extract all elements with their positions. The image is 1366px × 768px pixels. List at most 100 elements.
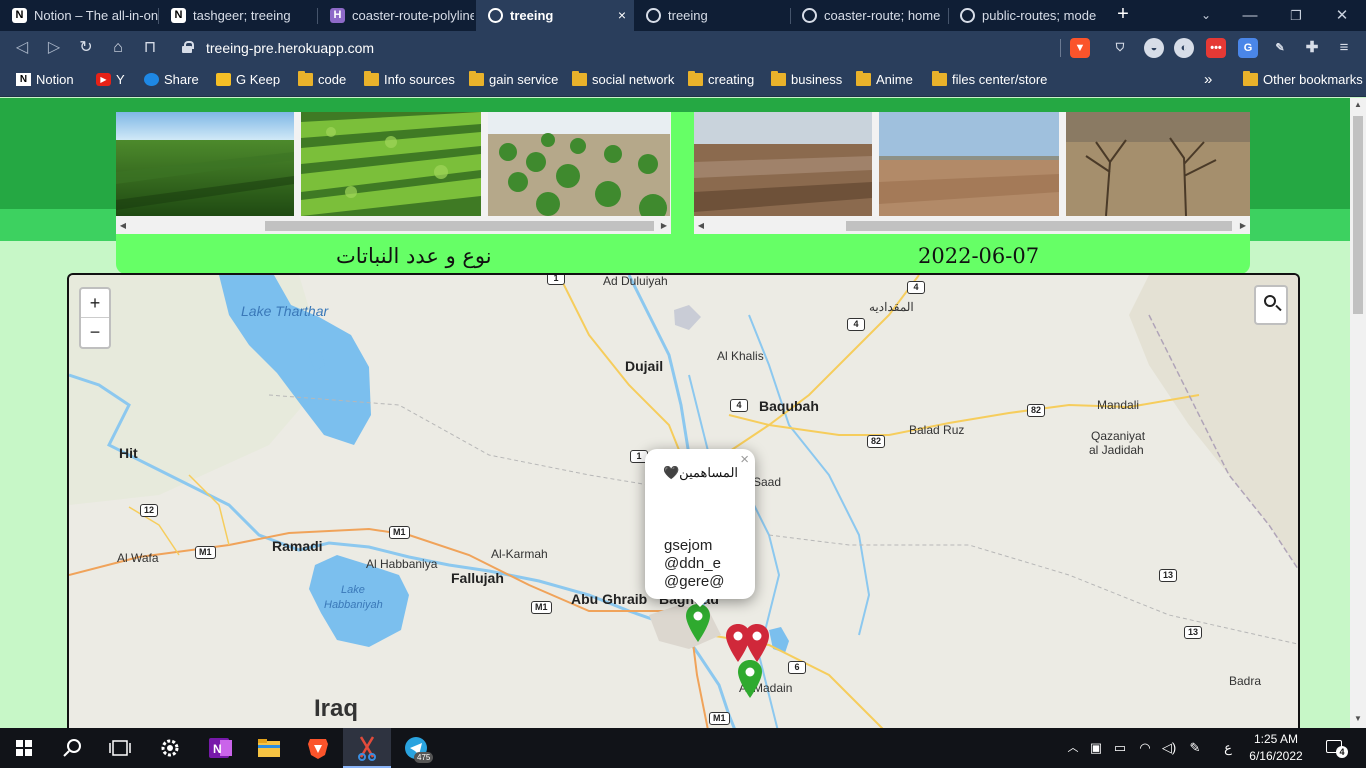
map-label: Hit xyxy=(119,445,138,461)
shield-extension-icon[interactable]: ⛉ xyxy=(1110,38,1130,58)
tab-public-routes[interactable]: public-routes; mode xyxy=(948,0,1104,31)
bookmarks-overflow-chevron-icon[interactable]: » xyxy=(1204,65,1212,97)
map-view[interactable]: Lake Tharthar Ad Duluiyah المقداديه Duja… xyxy=(67,273,1300,728)
map-label: Al Khalis xyxy=(717,349,764,363)
translate-extension-icon[interactable]: G xyxy=(1238,38,1258,58)
bookmark-folder-code[interactable]: code xyxy=(298,65,346,97)
scroll-left-icon[interactable]: ◀ xyxy=(696,220,706,231)
barren-gallery[interactable]: ◀ ▶ xyxy=(694,112,1250,234)
scroll-right-icon[interactable]: ▶ xyxy=(1238,220,1248,231)
bookmark-label: Y xyxy=(116,72,125,87)
window-close-icon[interactable]: ✕ xyxy=(1322,0,1362,31)
bookmark-share[interactable]: Share xyxy=(144,65,199,97)
red-marker[interactable] xyxy=(745,624,769,662)
marker-popup: × المساهمين🖤 gsejom @ddn_e @gere@ xyxy=(645,449,755,607)
minimize-icon[interactable]: — xyxy=(1230,0,1270,31)
notification-center-icon[interactable]: 4 xyxy=(1322,728,1350,768)
pen-extension-icon[interactable]: ✎ xyxy=(1270,38,1290,58)
telegram-icon[interactable]: 475 xyxy=(392,728,440,768)
scroll-thumb[interactable] xyxy=(846,221,1232,231)
bookmark-label: Notion xyxy=(36,72,74,87)
map-label: al Jadidah xyxy=(1089,443,1144,457)
zoom-out-button[interactable]: − xyxy=(81,318,109,347)
map-label: Balad Ruz xyxy=(909,423,965,437)
forward-icon[interactable]: ▷ xyxy=(42,36,66,60)
recorder-extension-icon[interactable]: ••• xyxy=(1206,38,1226,58)
brave-shields-icon[interactable]: ▼ xyxy=(1070,38,1090,58)
bookmark-icon[interactable]: ⊓ xyxy=(138,36,162,60)
snipping-tool-icon[interactable] xyxy=(343,728,391,768)
bookmark-folder-other[interactable]: Other bookmarks xyxy=(1243,65,1363,97)
tab-title: Notion – The all-in-one xyxy=(34,8,158,23)
onenote-icon[interactable]: N xyxy=(196,728,244,768)
green-marker[interactable] xyxy=(686,604,710,642)
reload-icon[interactable]: ↻ xyxy=(74,36,98,60)
bookmark-gkeep[interactable]: G Keep xyxy=(216,65,280,97)
bookmark-label: creating xyxy=(708,72,755,87)
tab-tashgeer[interactable]: N tashgeer; treeing xyxy=(159,0,317,31)
file-explorer-icon[interactable] xyxy=(245,728,293,768)
page-scrollbar[interactable]: ▲ ▼ xyxy=(1350,98,1366,728)
bookmark-folder-social-network[interactable]: social network xyxy=(572,65,674,97)
scroll-up-icon[interactable]: ▲ xyxy=(1353,100,1363,110)
language-indicator[interactable]: ع xyxy=(1218,728,1238,768)
bookmark-folder-files-center[interactable]: files center/store xyxy=(932,65,1047,97)
tab-notion[interactable]: N Notion – The all-in-one xyxy=(0,0,158,31)
close-tab-icon[interactable]: × xyxy=(618,0,626,31)
search-icon xyxy=(1264,295,1276,307)
address-bar[interactable]: treeing-pre.herokuapp.com xyxy=(172,35,1072,61)
tray-chevron-icon[interactable]: ︿ xyxy=(1064,728,1082,768)
home-icon[interactable]: ⌂ xyxy=(106,36,130,60)
tray-app-icon[interactable]: ▣ xyxy=(1086,728,1106,768)
map-search-button[interactable] xyxy=(1254,285,1288,325)
road-shield: M1 xyxy=(709,712,730,725)
popup-close-icon[interactable]: × xyxy=(740,451,749,468)
brave-browser-icon[interactable] xyxy=(294,728,342,768)
map-label: Saad xyxy=(753,475,782,489)
bookmark-youtube[interactable]: ▶ Y xyxy=(96,65,125,97)
page-scroll-thumb[interactable] xyxy=(1353,116,1363,314)
menu-icon[interactable]: ≡ xyxy=(1334,38,1354,58)
extensions-puzzle-icon[interactable]: ✚ xyxy=(1302,38,1322,58)
pen-workspace-icon[interactable]: ✎ xyxy=(1184,728,1206,768)
bookmark-folder-info-sources[interactable]: Info sources xyxy=(364,65,455,97)
back-icon[interactable]: ◁ xyxy=(10,36,34,60)
windows-start-icon[interactable] xyxy=(0,728,48,768)
vpn-extension-icon[interactable]: ◒ xyxy=(1144,38,1164,58)
system-clock[interactable]: 1:25 AM 6/16/2022 xyxy=(1244,731,1308,765)
zoom-in-button[interactable]: + xyxy=(81,289,109,318)
search-icon[interactable] xyxy=(48,728,96,768)
new-tab-button[interactable]: + xyxy=(1112,0,1134,31)
bookmark-notion[interactable]: N Notion xyxy=(16,65,74,97)
photo-dry-trees xyxy=(1066,112,1250,216)
tab-coaster-route-home[interactable]: coaster-route; home xyxy=(790,0,948,31)
tab-search-chevron-icon[interactable]: ⌄ xyxy=(1186,0,1226,31)
bookmark-folder-anime[interactable]: Anime xyxy=(856,65,913,97)
road-shield: 6 xyxy=(788,661,806,674)
tab-treeing[interactable]: treeing xyxy=(634,0,790,31)
planted-gallery[interactable]: ◀ ▶ xyxy=(116,112,671,234)
tracker-extension-icon[interactable]: ◐ xyxy=(1174,38,1194,58)
restore-icon[interactable]: ❐ xyxy=(1276,0,1316,31)
wifi-icon[interactable]: ◠ xyxy=(1134,728,1156,768)
battery-icon[interactable]: ▭ xyxy=(1110,728,1130,768)
notification-count: 4 xyxy=(1336,746,1348,758)
task-view-icon[interactable] xyxy=(96,728,144,768)
scroll-right-icon[interactable]: ▶ xyxy=(659,220,669,231)
bookmark-folder-gain-service[interactable]: gain service xyxy=(469,65,558,97)
globe-icon xyxy=(802,8,817,23)
scroll-down-icon[interactable]: ▼ xyxy=(1353,714,1363,724)
volume-icon[interactable]: ◁) xyxy=(1158,728,1180,768)
barren-gallery-scrollbar[interactable]: ◀ ▶ xyxy=(694,217,1250,234)
green-marker[interactable] xyxy=(738,660,762,698)
road-shield: 13 xyxy=(1159,569,1178,582)
bookmark-folder-business[interactable]: business xyxy=(771,65,842,97)
scroll-left-icon[interactable]: ◀ xyxy=(118,220,128,231)
plants-caption: نوع و عدد النباتات xyxy=(336,244,492,268)
planted-gallery-scrollbar[interactable]: ◀ ▶ xyxy=(116,217,671,234)
tab-coaster-route-polyline[interactable]: H coaster-route-polyline xyxy=(318,0,474,31)
bookmark-folder-creating[interactable]: creating xyxy=(688,65,754,97)
settings-gear-icon[interactable] xyxy=(146,728,194,768)
scroll-thumb[interactable] xyxy=(265,221,654,231)
tab-treeing-active[interactable]: treeing × xyxy=(476,0,634,31)
